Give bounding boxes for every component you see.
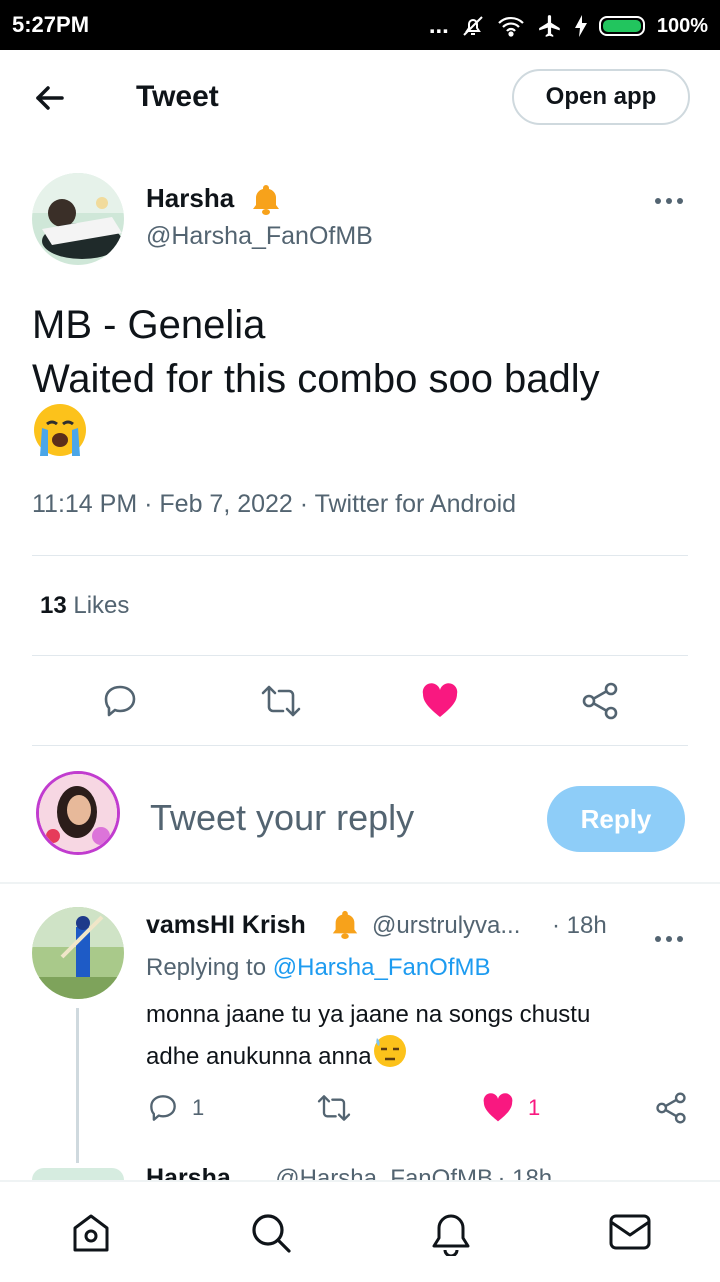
reply-button[interactable]: Reply (547, 786, 685, 852)
more-dots: ... (428, 12, 449, 39)
reply-text: monna jaane tu ya jaane na songs chustu … (146, 996, 686, 1080)
downcast-sweat-emoji-icon (373, 1034, 407, 1080)
thread-line (76, 1008, 79, 1163)
tweet-text: MB - Genelia Waited for this combo soo b… (32, 298, 692, 406)
next-reply-handle: @Harsha_FanOfMB (275, 1168, 493, 1180)
divider (0, 882, 720, 884)
author-handle[interactable]: @Harsha_FanOfMB (146, 222, 373, 251)
meta-separator: · (144, 490, 153, 518)
airplane-icon (537, 13, 563, 39)
more-options-icon[interactable] (654, 182, 684, 213)
wifi-icon (497, 15, 525, 37)
like-count: 1 (528, 1095, 541, 1120)
likes-count: 13 (40, 592, 67, 619)
reply-input[interactable]: Tweet your reply (150, 797, 414, 839)
tweet-source[interactable]: Twitter for Android (315, 490, 516, 518)
share-icon[interactable] (654, 1092, 688, 1124)
crying-face-emoji-icon (32, 402, 88, 463)
replying-to: Replying to @Harsha_FanOfMB (146, 954, 491, 982)
current-user-avatar[interactable] (36, 771, 120, 855)
tweet-text-line2: Waited for this combo soo badly (32, 357, 600, 401)
author-name[interactable]: Harsha (146, 183, 234, 214)
retweet-icon[interactable] (316, 1093, 352, 1123)
status-time: 5:27PM (12, 12, 90, 37)
replying-prefix: Replying to (146, 954, 273, 981)
likes-summary[interactable]: 13 Likes (40, 592, 129, 620)
tweet-time: 11:14 PM (32, 490, 138, 518)
share-icon[interactable] (580, 682, 620, 720)
meta-separator: · (299, 490, 309, 518)
reply-time: · 18h (552, 912, 607, 939)
more-options-icon[interactable] (654, 920, 684, 951)
like-icon[interactable] (421, 683, 459, 719)
tweet-date: Feb 7, 2022 (159, 490, 293, 518)
next-reply-header: Harsha @Harsha_FanOfMB · 18h (146, 1168, 606, 1180)
battery-icon (598, 16, 645, 36)
reply-icon[interactable] (102, 683, 138, 719)
next-reply-time: · 18h (497, 1168, 552, 1180)
replying-to-link[interactable]: @Harsha_FanOfMB (273, 954, 491, 981)
next-reply-avatar[interactable] (32, 1168, 124, 1180)
home-icon[interactable] (70, 1212, 112, 1259)
reply-author-avatar[interactable] (32, 907, 124, 999)
next-reply-name: Harsha (146, 1168, 231, 1180)
top-bar: Tweet Open app (0, 50, 720, 146)
divider (32, 655, 688, 656)
reply-author-name[interactable]: vamsHI Krish (146, 911, 306, 940)
back-arrow-icon[interactable] (30, 78, 70, 118)
divider (32, 745, 688, 746)
search-icon[interactable] (250, 1212, 292, 1259)
messages-icon[interactable] (608, 1212, 652, 1257)
author-avatar[interactable] (32, 173, 124, 265)
notification-bell-icon (330, 908, 360, 945)
reply-comment-action[interactable]: 1 (148, 1093, 204, 1123)
likes-label: Likes (73, 592, 130, 619)
retweet-icon[interactable] (260, 683, 302, 719)
reply-text-line2: adhe anukunna anna (146, 1043, 372, 1070)
charging-icon (574, 15, 587, 37)
divider (32, 555, 688, 556)
status-bar: 5:27PM ... 100% (0, 0, 720, 50)
reply-author-handle[interactable]: @urstrulyva... (372, 912, 520, 940)
open-app-button[interactable]: Open app (512, 69, 690, 125)
tweet-text-line1: MB - Genelia (32, 303, 266, 347)
reply-count: 1 (192, 1095, 205, 1120)
bottom-nav (0, 1180, 720, 1282)
battery-level: 100% (656, 14, 708, 37)
like-action[interactable]: 1 (482, 1093, 540, 1123)
notification-bell-icon (250, 182, 282, 221)
notifications-icon[interactable] (430, 1212, 472, 1261)
page-title: Tweet (136, 80, 219, 113)
reply-text-line1: monna jaane tu ya jaane na songs chustu (146, 1001, 591, 1028)
bell-off-icon (461, 14, 485, 38)
tweet-meta: 11:14 PM · Feb 7, 2022 · Twitter for And… (32, 490, 516, 519)
